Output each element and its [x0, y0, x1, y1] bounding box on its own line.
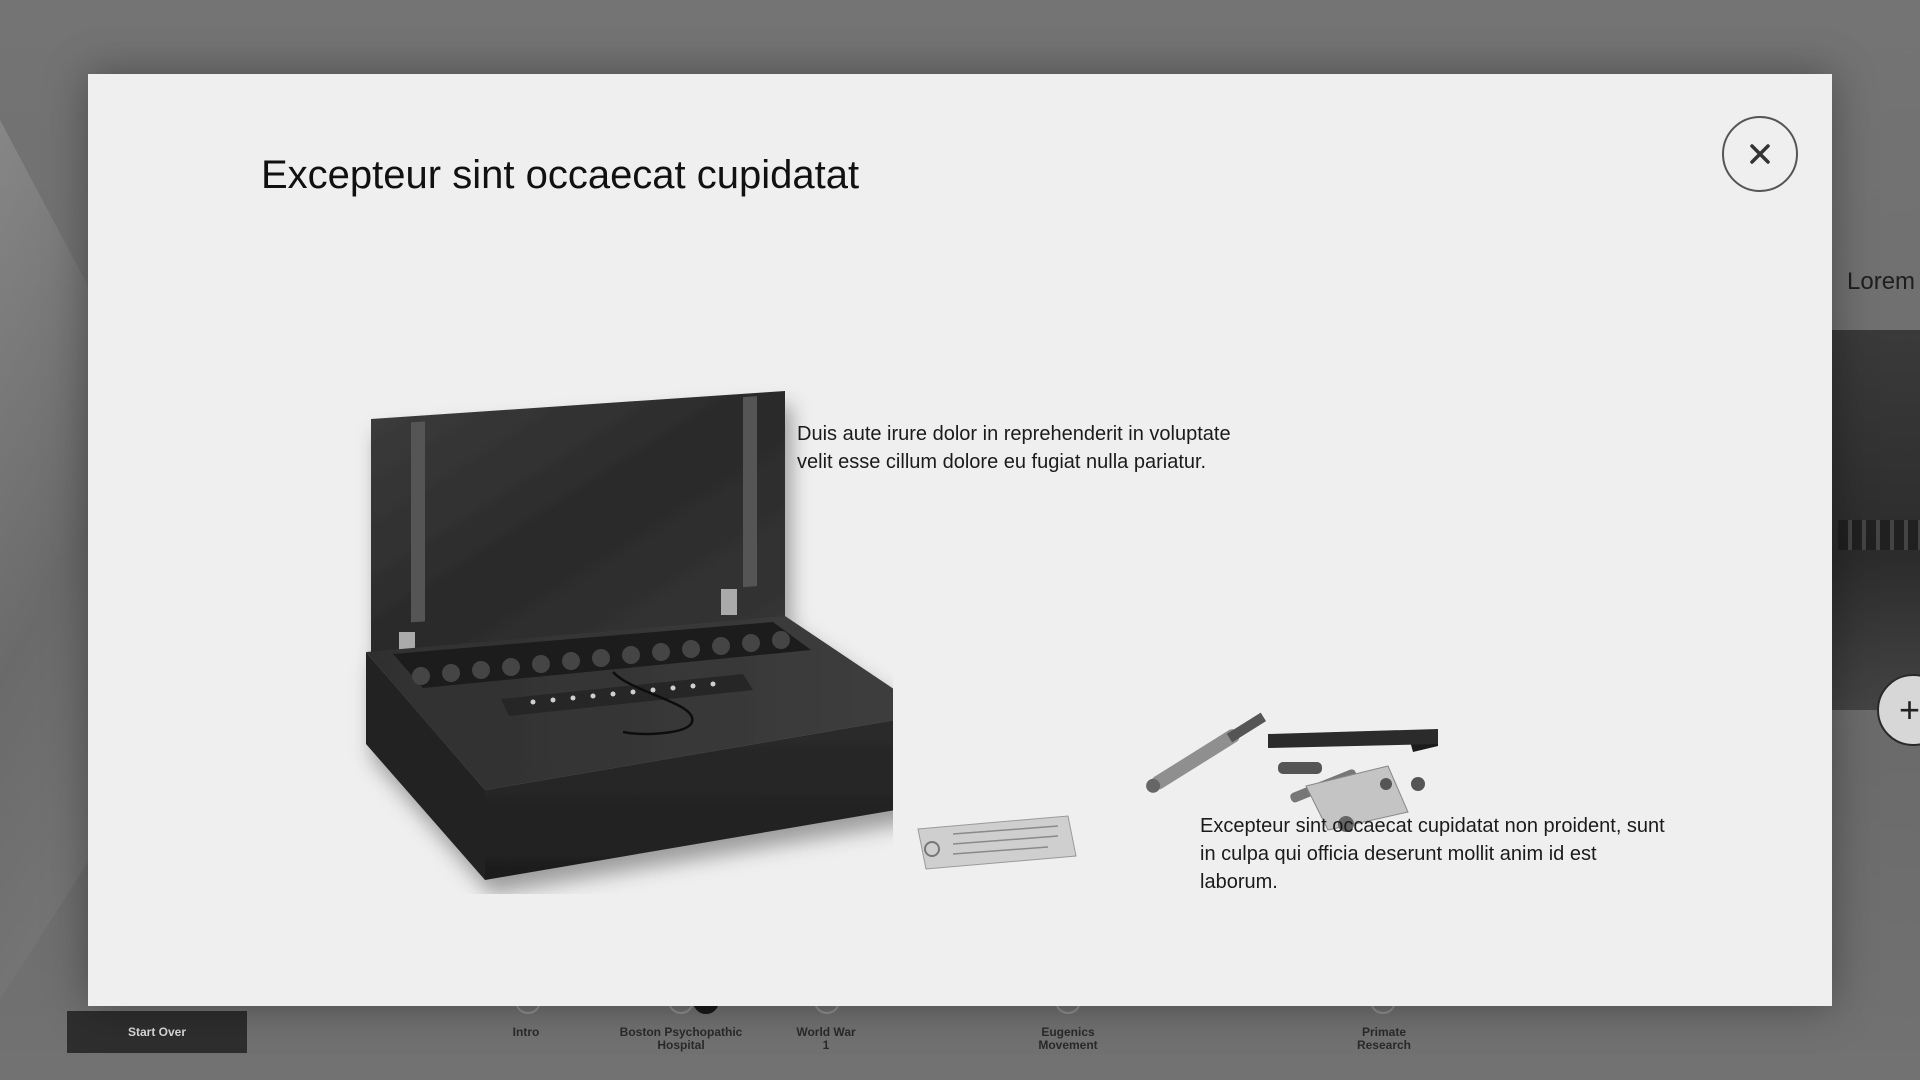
close-icon	[1750, 144, 1770, 164]
caption-text: Duis aute irure dolor in reprehenderit i…	[797, 423, 1231, 473]
timeline-label: Primate Research	[1356, 1025, 1412, 1052]
artifact-modal: Excepteur sint occaecat cupidatat Duis a…	[88, 74, 1832, 1006]
background-exhibit-right	[1828, 330, 1920, 710]
timeline-item-boston[interactable]: Boston Psychopathic Hospital	[610, 1026, 752, 1052]
caption-text: Excepteur sint occaecat cupidatat non pr…	[1200, 815, 1665, 893]
background-artifact-detail	[1838, 520, 1920, 550]
close-button[interactable]	[1722, 116, 1798, 192]
timeline-item-eugenics[interactable]: Eugenics Movement	[1028, 1026, 1108, 1052]
timeline-item-world-war[interactable]: World War 1	[795, 1026, 857, 1052]
plus-icon: +	[1899, 689, 1920, 730]
background-section-label: Lorem	[1847, 268, 1916, 295]
timeline-item-primate[interactable]: Primate Research	[1346, 1026, 1422, 1052]
artifact-image-wooden-box	[366, 391, 893, 880]
start-over-button[interactable]: Start Over	[67, 1011, 247, 1053]
timeline-item-intro[interactable]: Intro	[486, 1026, 566, 1039]
timeline-label: World War 1	[796, 1025, 856, 1052]
timeline-label: Boston Psychopathic Hospital	[619, 1025, 743, 1052]
modal-title: Excepteur sint occaecat cupidatat	[261, 153, 860, 197]
timeline-label: Eugenics Movement	[1038, 1025, 1098, 1052]
timeline-label: Intro	[512, 1025, 540, 1039]
